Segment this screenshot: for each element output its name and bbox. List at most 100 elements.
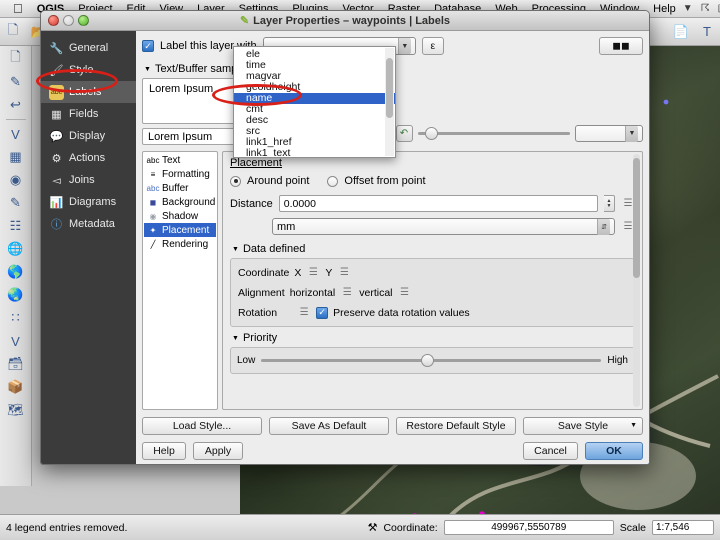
- tab-placement[interactable]: ✦ Placement: [144, 223, 216, 237]
- add-wfs-layer-icon[interactable]: 🌏: [3, 284, 29, 306]
- label-this-layer-checkbox[interactable]: [142, 40, 154, 52]
- data-defined-header[interactable]: ▼ Data defined: [232, 243, 635, 255]
- sidebar-item-display[interactable]: 💬 Display: [41, 125, 136, 147]
- chevron-updown-icon[interactable]: ⇵: [597, 218, 610, 235]
- style-buttons-row: Load Style... Save As Default Restore De…: [142, 417, 643, 435]
- shadow-icon: ◉: [149, 211, 157, 221]
- menu-item-help[interactable]: Help: [646, 1, 683, 17]
- chevron-down-icon[interactable]: ▼: [630, 418, 637, 434]
- priority-slider-row: Low High: [237, 352, 628, 369]
- apply-color-button[interactable]: ◼◼: [599, 37, 644, 55]
- sidebar-item-diagrams[interactable]: 📊 Diagrams: [41, 191, 136, 213]
- save-as-default-button[interactable]: Save As Default: [269, 417, 389, 435]
- dropdown-item-link1-text[interactable]: link1_text: [234, 148, 395, 158]
- apple-icon[interactable]: : [6, 2, 30, 15]
- tab-label: Background: [162, 196, 216, 208]
- sidebar-item-style[interactable]: 🖌 Style: [41, 59, 136, 81]
- sidebar-item-general[interactable]: 🔧 General: [41, 37, 136, 59]
- sidebar-label: Labels: [69, 86, 102, 98]
- coordinate-field[interactable]: 499967,5550789: [443, 520, 614, 535]
- sample-zoom-combo[interactable]: ▼: [575, 125, 643, 142]
- sidebar-label: Display: [69, 130, 106, 142]
- sample-zoom-slider[interactable]: [417, 125, 570, 142]
- priority-slider[interactable]: [261, 352, 602, 369]
- add-mesh-layer-icon[interactable]: ◉: [3, 169, 29, 191]
- new-shapefile-icon[interactable]: V: [3, 330, 29, 352]
- add-delimited-text-layer-icon[interactable]: ✎: [3, 192, 29, 214]
- dropdown-scrollbar[interactable]: [385, 48, 394, 156]
- add-spatialite-layer-icon[interactable]: ☷: [3, 215, 29, 237]
- sidebar-item-labels[interactable]: abc Labels: [41, 81, 136, 103]
- placement-scrollbar[interactable]: [633, 154, 640, 407]
- chevron-down-icon[interactable]: ▼: [625, 125, 638, 142]
- render-icon[interactable]: ⚒: [368, 521, 378, 534]
- scrollbar-thumb[interactable]: [386, 58, 393, 118]
- tab-rendering[interactable]: ╱ Rendering: [144, 237, 216, 251]
- data-defined-override-icon-y[interactable]: ☰: [337, 266, 351, 280]
- tab-shadow[interactable]: ◉ Shadow: [144, 209, 216, 223]
- coordinate-y-label: Y: [325, 266, 333, 279]
- distance-units-combo[interactable]: mm ⇵: [272, 218, 615, 235]
- data-defined-override-icon-x[interactable]: ☰: [306, 266, 320, 280]
- toolbar-divider: [5, 119, 26, 120]
- expression-button[interactable]: ε: [421, 37, 444, 55]
- tab-formatting[interactable]: ≡ Formatting: [144, 167, 216, 181]
- sidebar-item-actions[interactable]: ⚙ Actions: [41, 147, 136, 169]
- apply-button[interactable]: Apply: [193, 442, 243, 460]
- restore-default-style-button[interactable]: Restore Default Style: [396, 417, 516, 435]
- tab-label: Shadow: [162, 210, 199, 222]
- add-wcs-layer-icon[interactable]: ∷: [3, 307, 29, 329]
- text-annotation-icon[interactable]: T: [694, 21, 720, 43]
- chevron-down-icon[interactable]: ▼: [397, 38, 411, 54]
- undo-icon[interactable]: ↩: [3, 94, 29, 116]
- revert-icon[interactable]: ↶: [395, 125, 413, 142]
- label-field-dropdown[interactable]: ele time magvar geoidheight name cmt des…: [233, 46, 396, 158]
- data-defined-override-icon-vertical[interactable]: ☰: [398, 286, 412, 300]
- tab-background[interactable]: ◼ Background: [144, 195, 216, 209]
- slider-track: [417, 132, 570, 135]
- add-raster-layer-icon[interactable]: ▦: [3, 146, 29, 168]
- tab-buffer[interactable]: abc Buffer: [144, 181, 216, 195]
- sidebar-item-joins[interactable]: ◅ Joins: [41, 169, 136, 191]
- add-wms-layer-icon[interactable]: 🌎: [3, 261, 29, 283]
- priority-low-label: Low: [237, 355, 256, 366]
- new-geopackage-icon[interactable]: 📦: [3, 376, 29, 398]
- save-style-button[interactable]: Save Style ▼: [523, 417, 643, 435]
- dialog-titlebar[interactable]: ✎ Layer Properties – waypoints | Labels: [41, 11, 649, 31]
- dropbox-icon[interactable]: ▼: [683, 3, 693, 14]
- main-toolbar-left: 🗋 ✎ ↩ V ▦ ◉ ✎ ☷ 🌐 🌎 🌏 ∷ V 🗃 📦 🗺: [0, 46, 32, 486]
- data-defined-override-icon-rotation[interactable]: ☰: [297, 306, 311, 320]
- sidebar-item-metadata[interactable]: ⓘ Metadata: [41, 213, 136, 235]
- sharing-icon[interactable]: ☈: [701, 3, 710, 14]
- sidebar-item-fields[interactable]: ▦ Fields: [41, 103, 136, 125]
- sidebar-label: Fields: [69, 108, 99, 120]
- new-project-icon[interactable]: 🗋: [0, 21, 26, 43]
- scale-field[interactable]: 1:7,546: [652, 520, 714, 535]
- new-spatialite-icon[interactable]: 🗃: [3, 353, 29, 375]
- radio-offset-from-point[interactable]: [327, 175, 339, 187]
- label-settings-list: abc Text ≡ Formatting abc Buffer ◼ Backg…: [142, 151, 218, 410]
- radio-around-point[interactable]: [230, 175, 241, 187]
- new-project-icon[interactable]: 🗋: [3, 48, 29, 70]
- cancel-button[interactable]: Cancel: [523, 442, 578, 460]
- alignment-row: Alignment horizontal ☰ vertical ☰: [238, 284, 627, 301]
- annotation-icon[interactable]: 📄: [668, 21, 694, 43]
- add-postgis-layer-icon[interactable]: 🌐: [3, 238, 29, 260]
- slider-knob[interactable]: [421, 354, 435, 367]
- formatting-icon: ≡: [150, 169, 156, 179]
- data-defined-override-icon-horizontal[interactable]: ☰: [340, 286, 354, 300]
- distance-input[interactable]: 0.0000: [278, 195, 598, 212]
- slider-knob[interactable]: [425, 127, 439, 140]
- distance-stepper[interactable]: ▲ ▼: [604, 195, 615, 212]
- help-button[interactable]: Help: [142, 442, 186, 460]
- preserve-rotation-checkbox[interactable]: [316, 306, 329, 319]
- load-style-button[interactable]: Load Style...: [142, 417, 262, 435]
- open-project-icon[interactable]: ✎: [3, 71, 29, 93]
- add-vector-layer-icon[interactable]: V: [3, 123, 29, 145]
- new-memory-layer-icon[interactable]: 🗺: [3, 399, 29, 421]
- priority-header[interactable]: ▼ Priority: [232, 332, 635, 344]
- brush-icon: 🖌: [49, 64, 64, 77]
- ok-button[interactable]: OK: [585, 442, 643, 460]
- tab-text[interactable]: abc Text: [144, 153, 216, 167]
- scrollbar-thumb[interactable]: [633, 158, 640, 278]
